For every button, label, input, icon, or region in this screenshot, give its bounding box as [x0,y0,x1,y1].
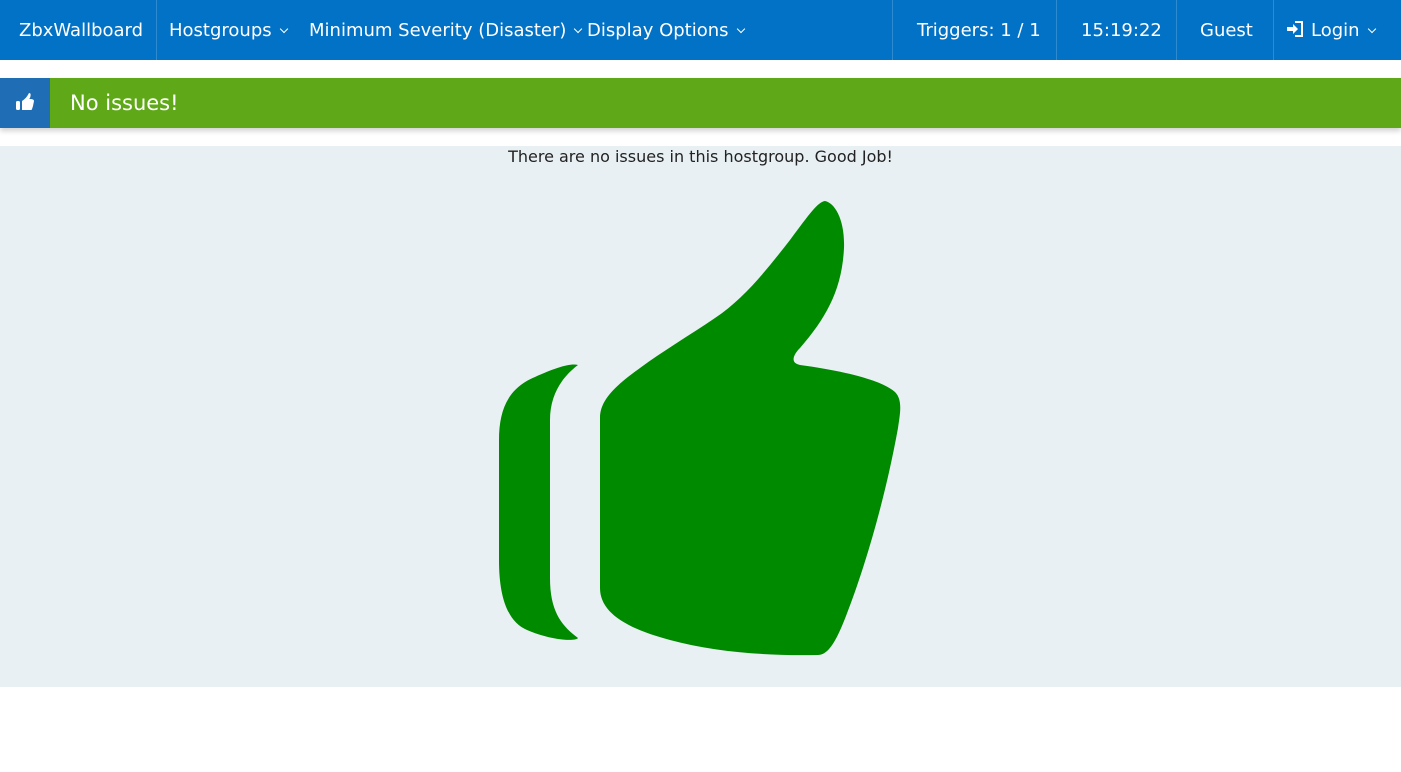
severity-dropdown[interactable]: Minimum Severity (Disaster) [309,0,583,60]
sign-in-icon [1286,3,1306,65]
login-label: Login [1311,20,1360,41]
chevron-down-icon [279,24,288,34]
status-panel: There are no issues in this hostgroup. G… [0,146,1401,687]
alert-text: No issues! [70,91,179,115]
nav-divider [156,0,157,60]
nav-divider [892,0,893,60]
thumbs-up-icon [496,198,906,662]
clock-label: 15:19:22 [1081,20,1162,41]
chevron-down-icon [736,24,745,34]
clock: 15:19:22 [1081,0,1162,60]
hostgroups-label: Hostgroups [169,20,272,41]
top-navbar: ZbxWallboard Hostgroups Minimum Severity… [0,0,1401,60]
display-options-dropdown[interactable]: Display Options [587,0,745,60]
alert-icon-box [0,78,50,128]
user-indicator: Guest [1200,0,1253,60]
status-alert: No issues! [0,78,1401,128]
chevron-down-icon [574,24,583,34]
triggers-label: Triggers: 1 / 1 [917,20,1041,41]
hostgroups-dropdown[interactable]: Hostgroups [169,0,288,60]
status-message: There are no issues in this hostgroup. G… [508,147,893,166]
nav-divider [1273,0,1274,60]
login-dropdown[interactable]: Login [1286,0,1376,60]
triggers-counter: Triggers: 1 / 1 [917,0,1041,60]
brand-label: ZbxWallboard [19,20,144,41]
user-label: Guest [1200,20,1253,41]
chevron-down-icon [1367,24,1376,34]
display-options-label: Display Options [587,20,729,41]
severity-label: Minimum Severity (Disaster) [309,20,567,41]
nav-divider [1176,0,1177,60]
nav-divider [1056,0,1057,60]
brand-link[interactable]: ZbxWallboard [19,0,143,60]
